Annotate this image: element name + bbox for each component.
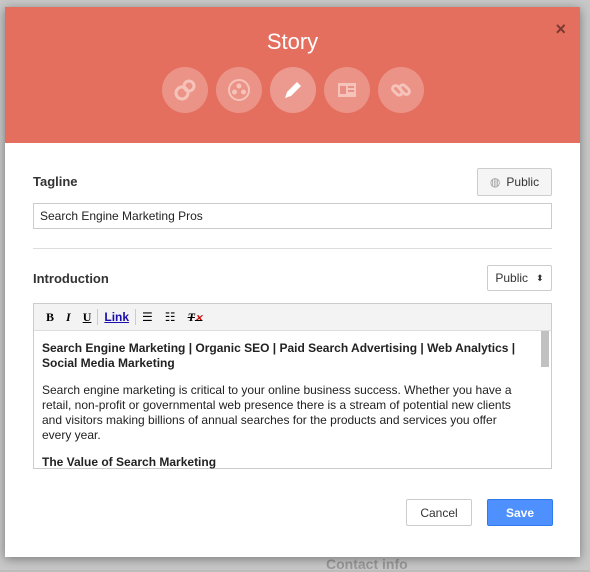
editor-toolbar: B I U Link ☰ ☷ T✕ (34, 304, 551, 331)
intro-paragraph: Search engine marketing is critical to y… (42, 383, 512, 442)
divider (33, 248, 552, 249)
close-icon[interactable]: × (555, 19, 566, 40)
tagline-visibility-button[interactable]: ◍ Public (477, 168, 552, 196)
visibility-label: Public (495, 271, 529, 285)
chevron-updown-icon: ⬍ (536, 272, 544, 283)
pencil-icon[interactable] (269, 67, 316, 113)
group-icon[interactable] (215, 67, 262, 113)
introduction-label: Introduction (33, 271, 109, 286)
tagline-input[interactable]: Search Engine Marketing Pros (33, 203, 552, 229)
introduction-visibility-select[interactable]: Public ⬍ (487, 265, 552, 291)
intro-heading: Search Engine Marketing | Organic SEO | … (42, 341, 516, 370)
scrollbar-thumb[interactable] (541, 331, 549, 367)
save-button[interactable]: Save (487, 499, 553, 526)
numbered-list-icon[interactable]: ☰ (136, 310, 159, 324)
dialog-title: Story (266, 29, 319, 54)
link-button[interactable]: Link (98, 310, 135, 324)
circles-icon[interactable] (161, 67, 208, 113)
editor-content[interactable]: Search Engine Marketing | Organic SEO | … (34, 331, 551, 469)
link-icon[interactable] (377, 67, 424, 113)
underline-button[interactable]: U (77, 310, 98, 325)
rich-text-editor[interactable]: B I U Link ☰ ☷ T✕ Search Engine Marketin… (33, 303, 552, 469)
globe-icon: ◍ (489, 175, 501, 189)
intro-subheading: The Value of Search Marketing (42, 455, 217, 469)
visibility-label: Public (506, 175, 540, 189)
profile-card-icon[interactable] (323, 67, 370, 113)
cancel-button[interactable]: Cancel (406, 499, 472, 526)
bold-button[interactable]: B (40, 310, 60, 325)
story-dialog: Story × Tagline ◍ Public Search Engine Ma… (5, 7, 580, 557)
dialog-header: Story × (5, 7, 580, 143)
bulleted-list-icon[interactable]: ☷ (159, 310, 182, 324)
italic-button[interactable]: I (60, 310, 77, 325)
tagline-label: Tagline (33, 174, 78, 189)
clear-formatting-icon[interactable]: T✕ (182, 310, 209, 325)
